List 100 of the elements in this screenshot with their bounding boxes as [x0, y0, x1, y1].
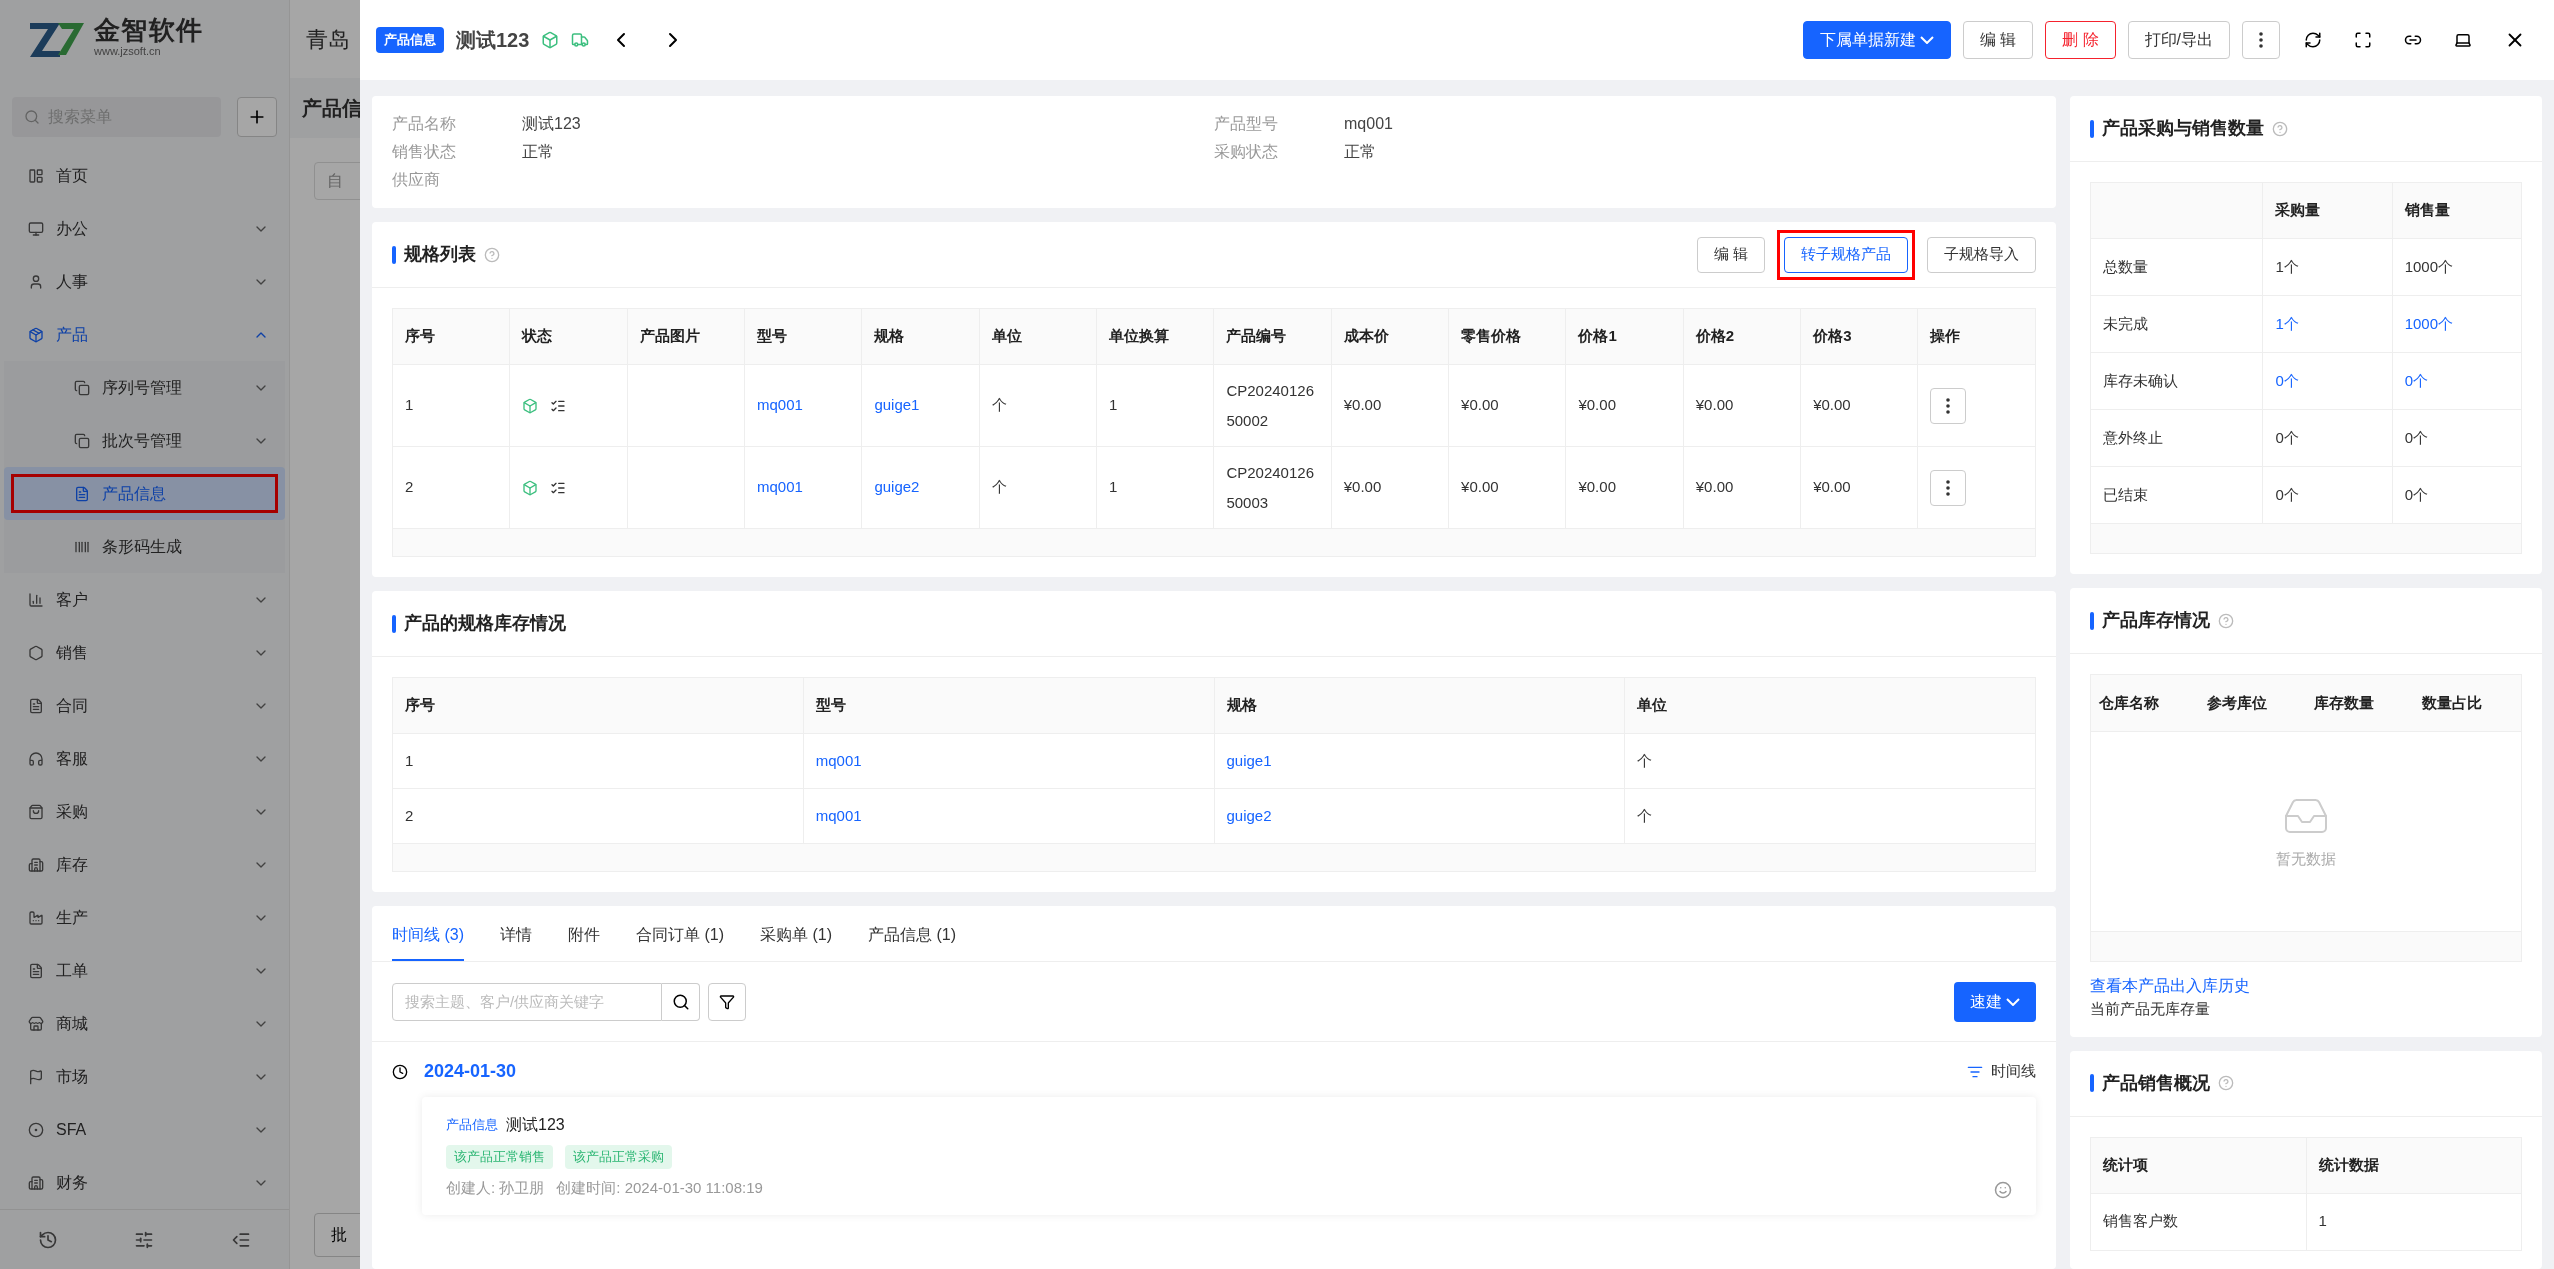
toolbar-button[interactable]: 转子规格产品 — [1784, 236, 1908, 273]
sidebar-item[interactable]: 条形码生成 — [4, 520, 285, 574]
table-cell: ¥0.00 — [1448, 364, 1566, 447]
table-cell: ¥0.00 — [1800, 364, 1918, 447]
table-link[interactable]: mq001 — [803, 733, 1214, 789]
column-header: 统计数据 — [2306, 1137, 2522, 1193]
tab[interactable]: 时间线 (3) — [392, 923, 464, 961]
refresh-icon[interactable] — [2304, 31, 2322, 49]
table-link[interactable]: 0个 — [2392, 352, 2522, 410]
type-tag: 产品信息 — [446, 1115, 498, 1135]
column-header: 单位 — [1624, 677, 2036, 734]
sidebar-item[interactable]: 序列号管理 — [4, 361, 285, 415]
header-title: 青岛 — [306, 25, 350, 54]
field-value: 测试123 — [522, 114, 581, 134]
action-button[interactable]: 打印/导出 — [2127, 21, 2230, 59]
filter-button[interactable] — [708, 982, 746, 1021]
search-button[interactable] — [662, 982, 700, 1021]
table-link[interactable]: 1个 — [2262, 295, 2393, 353]
sidebar-item[interactable]: 采购 — [4, 785, 285, 839]
table-cell: 1 — [2306, 1193, 2522, 1250]
table-link[interactable]: 0个 — [2262, 352, 2393, 410]
row-menu-button[interactable] — [1930, 387, 1967, 424]
tab[interactable]: 产品信息 (1) — [868, 923, 956, 961]
sidebar-item[interactable]: 销售 — [4, 626, 285, 680]
history-link[interactable]: 查看本产品出入库历史 — [2090, 974, 2522, 998]
row-menu-button[interactable] — [1930, 469, 1967, 506]
cube-icon — [522, 397, 539, 414]
clock-icon — [392, 1063, 408, 1080]
title-accent-bar — [2090, 611, 2094, 630]
chart-icon — [28, 591, 44, 608]
laptop-icon[interactable] — [2454, 31, 2472, 49]
sidebar-item[interactable]: 人事 — [4, 255, 285, 309]
sidebar-item[interactable]: 财务 — [4, 1156, 285, 1210]
table-cell: 0个 — [2262, 409, 2393, 467]
tab[interactable]: 附件 — [568, 923, 600, 961]
sidebar-item[interactable]: 工单 — [4, 944, 285, 998]
search-field[interactable]: 搜索主题、客户/供应商关键字 — [392, 982, 662, 1021]
column-header: 价格2 — [1683, 308, 1801, 365]
box-icon — [28, 326, 44, 343]
field-value: 正常 — [522, 142, 554, 162]
column-header: 型号 — [803, 677, 1214, 734]
sliders-icon[interactable] — [134, 1229, 155, 1250]
history-icon[interactable] — [38, 1229, 59, 1250]
tab[interactable]: 合同订单 (1) — [636, 923, 724, 961]
sidebar-item[interactable]: 合同 — [4, 679, 285, 733]
fullscreen-icon[interactable] — [2354, 31, 2372, 49]
tab[interactable]: 采购单 (1) — [760, 923, 832, 961]
sidebar-item[interactable]: 办公 — [4, 202, 285, 256]
more-icon — [1946, 397, 1951, 414]
view-toggle[interactable]: 时间线 — [1991, 1060, 2036, 1083]
field-value: 正常 — [1344, 142, 1376, 162]
empty-text: 暂无数据 — [2276, 849, 2336, 870]
action-button[interactable]: 下属单据新建 — [1802, 21, 1951, 59]
sidebar-item[interactable]: 市场 — [4, 1050, 285, 1104]
person-icon — [28, 273, 44, 290]
table-link[interactable]: mq001 — [744, 364, 862, 447]
table-cell: 1个 — [2262, 238, 2393, 296]
field-label: 产品型号 — [1214, 114, 1279, 134]
smiley-icon[interactable] — [1994, 1181, 2012, 1199]
table-cell: 个 — [979, 364, 1097, 447]
shop-icon — [28, 1015, 44, 1032]
column-header: 序号 — [392, 308, 510, 365]
sidebar-item[interactable]: 客户 — [4, 573, 285, 627]
sidebar-item[interactable]: 商城 — [4, 997, 285, 1051]
table-cell: 1 — [392, 733, 804, 789]
quick-create-button[interactable]: 速建 — [1954, 981, 2036, 1022]
column-header: 单位换算 — [1096, 308, 1214, 365]
sidebar-item[interactable]: 批次号管理 — [4, 414, 285, 468]
table-cell: 1 — [392, 364, 510, 447]
circle-icon — [28, 1121, 44, 1138]
field-value: mq001 — [1344, 114, 1393, 134]
table-link[interactable]: guige1 — [861, 364, 980, 447]
sidebar-item[interactable]: 库存 — [4, 838, 285, 892]
table-cell: 个 — [1624, 788, 2036, 844]
sidebar-item[interactable]: 客服 — [4, 732, 285, 786]
column-header: 价格1 — [1565, 308, 1684, 365]
sidebar-item[interactable]: SFA — [4, 1103, 285, 1157]
column-header: 仓库名称 — [2098, 692, 2160, 713]
column-header: 采购量 — [2262, 182, 2393, 239]
status-tag: 该产品正常采购 — [565, 1145, 672, 1169]
entry-title: 测试123 — [506, 1115, 565, 1135]
action-button[interactable]: 删 除 — [2045, 21, 2116, 59]
table-link[interactable]: 1000个 — [2392, 295, 2522, 353]
sidebar-item[interactable]: 首页 — [4, 149, 285, 203]
card-title: 产品销售概况 — [2102, 1071, 2210, 1095]
toolbar-button[interactable]: 编 辑 — [1696, 236, 1765, 273]
drawer-title: 测试123 — [456, 28, 530, 53]
table-cell: CP2024012650002 — [1213, 364, 1332, 447]
table-link[interactable]: guige1 — [1214, 733, 1625, 789]
headset-icon — [28, 750, 44, 767]
add-button[interactable] — [237, 97, 277, 138]
tab[interactable]: 详情 — [500, 923, 532, 961]
sidebar-item[interactable]: 产品 — [4, 308, 285, 362]
toolbar-button[interactable]: 子规格导入 — [1927, 236, 2036, 273]
sidebar-item[interactable]: 生产 — [4, 891, 285, 945]
column-header: 价格3 — [1800, 308, 1918, 365]
more-button[interactable] — [2242, 21, 2280, 59]
column-header: 统计项 — [2090, 1137, 2306, 1193]
action-button[interactable]: 编 辑 — [1962, 21, 2034, 59]
table-cell: ¥0.00 — [1331, 364, 1449, 447]
